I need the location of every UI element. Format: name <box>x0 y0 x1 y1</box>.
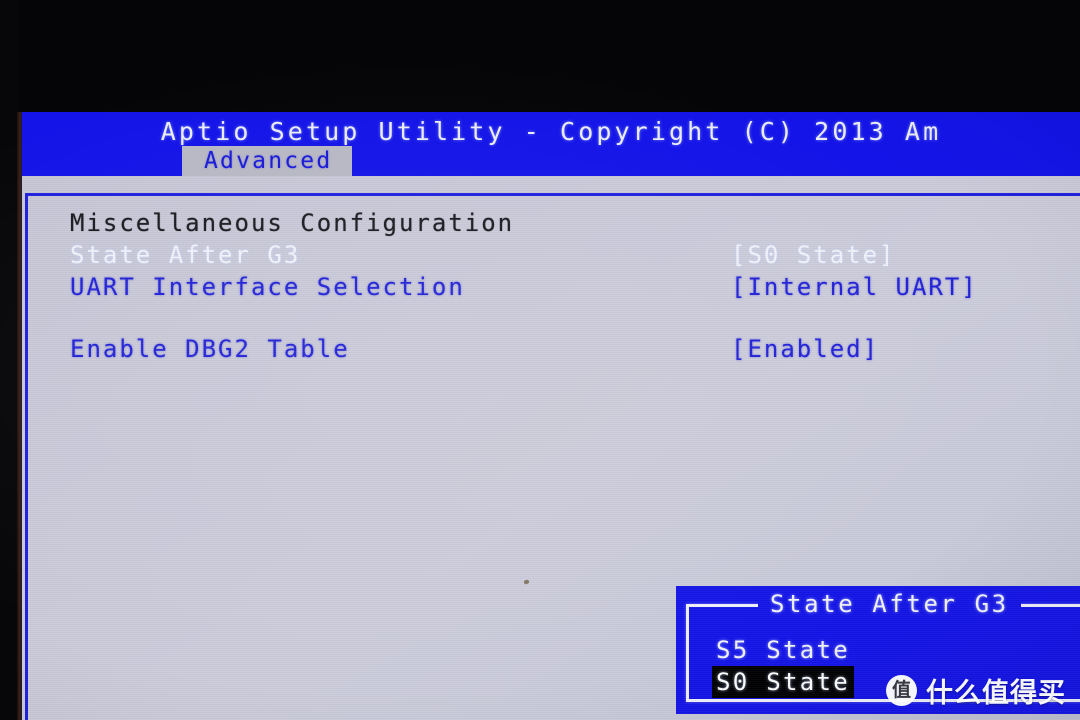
watermark-text: 什么值得买 <box>926 678 1066 709</box>
setting-row-uart-interface-selection[interactable]: UART Interface Selection [Internal UART] <box>70 273 1075 305</box>
monitor-bezel-left <box>0 0 18 720</box>
bios-header-bar: Aptio Setup Utility - Copyright (C) 2013… <box>22 112 1080 176</box>
setting-label-enable-dbg2-table: Enable DBG2 Table <box>70 335 350 363</box>
setting-row-enable-dbg2-table[interactable]: Enable DBG2 Table [Enabled] <box>70 335 1075 367</box>
panel-border-left <box>25 193 28 720</box>
screen-dust-speck <box>523 579 530 585</box>
page-title: Aptio Setup Utility - Copyright (C) 2013… <box>160 117 942 146</box>
tab-advanced[interactable]: Advanced <box>182 146 353 176</box>
monitor-edge-glow <box>17 112 22 720</box>
settings-list: Miscellaneous Configuration State After … <box>70 209 1075 367</box>
watermark-logo-icon: 值 <box>886 675 917 706</box>
settings-panel: Miscellaneous Configuration State After … <box>22 176 1080 720</box>
setting-label-state-after-g3: State After G3 <box>70 241 301 269</box>
bios-screenshot: Aptio Setup Utility - Copyright (C) 2013… <box>0 0 1080 720</box>
setting-value-enable-dbg2-table[interactable]: [Enabled] <box>731 335 879 363</box>
setting-row-spacer <box>70 305 1075 335</box>
menu-tab-strip: Advanced <box>22 146 1080 176</box>
section-header-row: Miscellaneous Configuration <box>70 209 1075 241</box>
popup-option-s5-state[interactable]: S5 State <box>712 634 854 666</box>
panel-border-top <box>25 193 1080 196</box>
popup-option-s0-state[interactable]: S0 State <box>712 666 854 698</box>
watermark: 值 什么值得买 <box>886 671 1066 710</box>
setting-row-state-after-g3[interactable]: State After G3 [S0 State] <box>70 241 1075 273</box>
section-title: Miscellaneous Configuration <box>70 209 515 237</box>
popup-option-row[interactable]: S5 State <box>712 634 1080 666</box>
setting-value-uart-interface-selection[interactable]: [Internal UART] <box>731 273 978 301</box>
setting-value-state-after-g3[interactable]: [S0 State] <box>731 241 896 269</box>
setting-label-uart-interface-selection: UART Interface Selection <box>70 273 465 301</box>
bios-screen: Aptio Setup Utility - Copyright (C) 2013… <box>22 112 1080 720</box>
monitor-bezel-top <box>0 0 1080 112</box>
popup-title: State After G3 <box>758 589 1021 619</box>
